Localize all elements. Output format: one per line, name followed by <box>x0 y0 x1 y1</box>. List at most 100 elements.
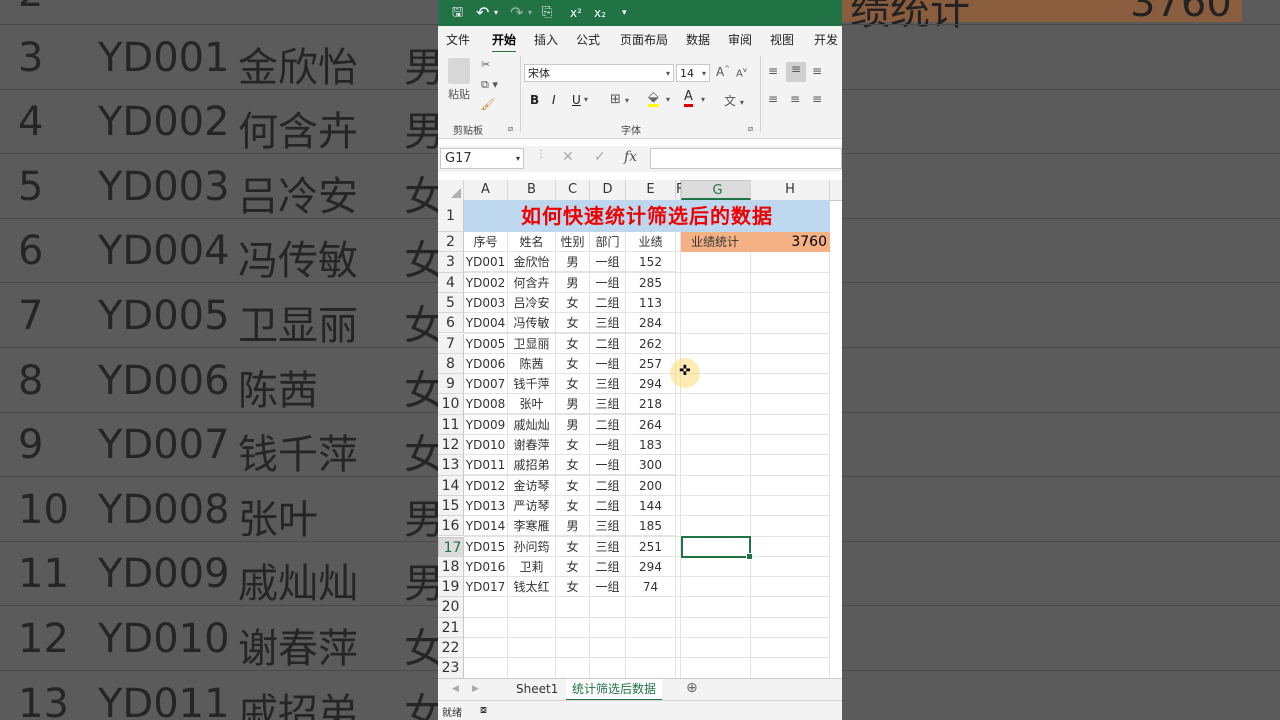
row-header[interactable]: 16 <box>438 516 464 537</box>
data-cell[interactable]: 男 <box>556 414 590 435</box>
row-header[interactable]: 1 <box>438 200 464 232</box>
data-cell[interactable]: 144 <box>626 495 676 516</box>
sheet-tab-active[interactable]: 统计筛选后数据 <box>566 679 663 701</box>
row-header[interactable]: 18 <box>438 556 464 578</box>
data-cell[interactable]: 孙问筠 <box>508 536 556 557</box>
data-cell[interactable]: 女 <box>556 313 590 334</box>
align-center-icon[interactable]: ≡ <box>790 92 800 106</box>
row-header[interactable]: 9 <box>438 374 464 395</box>
superscript-icon[interactable]: x² <box>570 4 582 22</box>
align-left-icon[interactable]: ≡ <box>768 92 778 106</box>
data-cell[interactable]: 一组 <box>590 577 626 598</box>
worksheet-grid[interactable]: ABCDEFGH 1 2 3 4 5 6 7 8 9 10 11 12 13 14 15 16 17 18 19 20… <box>438 180 842 692</box>
grow-font-icon[interactable]: A^ <box>716 65 730 79</box>
data-cell[interactable]: 218 <box>626 394 676 415</box>
column-header[interactable]: D <box>590 180 626 200</box>
stat-value-cell[interactable]: 3760 <box>751 232 830 252</box>
paste-icon[interactable] <box>448 58 470 84</box>
data-cell[interactable]: 三组 <box>590 394 626 415</box>
font-name-select[interactable]: 宋体 ▾ <box>524 64 674 82</box>
ribbon-tab[interactable]: 文件 <box>446 31 470 48</box>
data-cell[interactable]: 女 <box>556 292 590 313</box>
data-cell[interactable]: 卫莉 <box>508 556 556 577</box>
data-cell[interactable]: 戚招弟 <box>508 455 556 476</box>
data-cell[interactable]: 李寒雁 <box>508 516 556 537</box>
column-header[interactable]: H <box>751 180 830 200</box>
font-color-icon[interactable]: A <box>684 90 693 107</box>
data-cell[interactable]: 男 <box>556 516 590 537</box>
sheet-tab-sheet1[interactable]: Sheet1 <box>510 679 564 699</box>
header-cell[interactable]: 姓名 <box>508 232 556 252</box>
data-cell[interactable]: 女 <box>556 495 590 516</box>
data-cell[interactable]: YD007 <box>464 374 508 395</box>
data-cell[interactable]: YD011 <box>464 455 508 476</box>
column-header[interactable]: A <box>464 180 508 200</box>
data-cell[interactable]: 吕冷安 <box>508 292 556 313</box>
data-cell[interactable]: YD009 <box>464 414 508 435</box>
copy-icon[interactable]: ⧉ ▾ <box>481 78 498 92</box>
data-cell[interactable]: 男 <box>556 252 590 273</box>
data-cell[interactable]: 二组 <box>590 475 626 496</box>
header-cell[interactable]: 部门 <box>590 232 626 252</box>
data-cell[interactable]: 女 <box>556 374 590 395</box>
data-cell[interactable]: 三组 <box>590 536 626 557</box>
data-cell[interactable]: 一组 <box>590 455 626 476</box>
data-cell[interactable]: YD006 <box>464 353 508 374</box>
ribbon-tab[interactable]: 公式 <box>576 31 600 48</box>
borders-icon[interactable]: ⊞ ▾ <box>610 92 629 107</box>
data-cell[interactable]: 一组 <box>590 272 626 293</box>
data-cell[interactable]: 女 <box>556 455 590 476</box>
data-cell[interactable]: YD013 <box>464 495 508 516</box>
data-cell[interactable]: YD005 <box>464 333 508 354</box>
data-cell[interactable]: 264 <box>626 414 676 435</box>
data-cell[interactable]: 冯传敏 <box>508 313 556 334</box>
data-cell[interactable]: 女 <box>556 435 590 455</box>
data-cell[interactable]: 女 <box>556 333 590 354</box>
save-icon[interactable]: 🖫 <box>452 4 463 22</box>
data-cell[interactable]: 钱千萍 <box>508 374 556 395</box>
align-top-icon[interactable]: ≡ <box>768 64 778 78</box>
row-header[interactable]: 11 <box>438 414 464 435</box>
data-cell[interactable]: 卫显丽 <box>508 333 556 354</box>
data-cell[interactable]: 女 <box>556 475 590 496</box>
font-size-select[interactable]: 14 ▾ <box>676 64 710 82</box>
italic-button[interactable]: I <box>552 93 556 107</box>
data-cell[interactable]: 陈茜 <box>508 353 556 374</box>
row-header[interactable]: 19 <box>438 577 464 598</box>
ribbon-tab[interactable]: 页面布局 <box>620 31 668 48</box>
data-cell[interactable]: 金访琴 <box>508 475 556 496</box>
data-cell[interactable]: 戚灿灿 <box>508 414 556 435</box>
data-cell[interactable]: 金欣怡 <box>508 252 556 273</box>
data-cell[interactable]: 200 <box>626 475 676 496</box>
row-header[interactable]: 7 <box>438 333 464 354</box>
row-header[interactable]: 13 <box>438 455 464 476</box>
ribbon-tab[interactable]: 开始 <box>492 31 517 53</box>
column-header[interactable]: C <box>556 180 590 200</box>
data-cell[interactable]: YD002 <box>464 272 508 293</box>
select-all-button[interactable] <box>438 180 464 200</box>
subscript-icon[interactable]: x₂ <box>594 4 606 22</box>
data-cell[interactable]: 三组 <box>590 374 626 395</box>
align-right-icon[interactable]: ≡ <box>812 92 822 106</box>
formula-input[interactable] <box>650 148 842 169</box>
fill-color-icon[interactable]: ⬙ <box>648 90 659 107</box>
data-cell[interactable]: 严访琴 <box>508 495 556 516</box>
data-cell[interactable]: 女 <box>556 556 590 577</box>
active-cell-g17[interactable] <box>681 536 753 560</box>
data-cell[interactable]: 251 <box>626 536 676 557</box>
data-cell[interactable]: 女 <box>556 536 590 557</box>
underline-button[interactable]: U <box>572 93 581 107</box>
stat-label-cell[interactable]: 业绩统计 <box>681 232 751 252</box>
column-header[interactable]: E <box>626 180 676 200</box>
cut-icon[interactable]: ✂ <box>481 58 490 71</box>
data-cell[interactable]: 257 <box>626 353 676 374</box>
align-middle-icon[interactable]: ≡ <box>786 62 806 82</box>
data-cell[interactable]: 二组 <box>590 333 626 354</box>
ribbon-tab[interactable]: 视图 <box>770 31 794 48</box>
data-cell[interactable]: YD017 <box>464 577 508 598</box>
dialog-launcher-icon[interactable]: ⧄ <box>748 124 753 134</box>
data-cell[interactable]: 何含卉 <box>508 272 556 293</box>
data-cell[interactable]: 女 <box>556 577 590 598</box>
row-header[interactable]: 6 <box>438 313 464 334</box>
data-cell[interactable]: 谢春萍 <box>508 435 556 455</box>
